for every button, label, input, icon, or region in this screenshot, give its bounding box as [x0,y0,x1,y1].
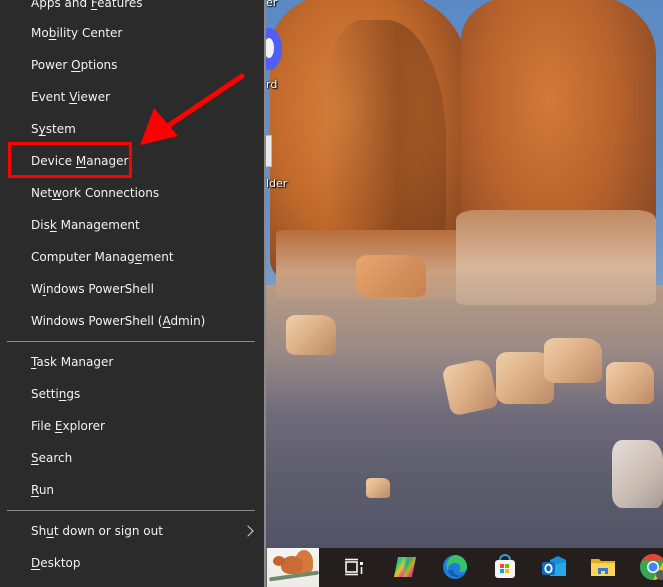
menu-item-system[interactable]: System [0,113,264,145]
access-key: R [31,483,39,497]
access-key: e [134,250,143,264]
wallpaper-rock-shadow [326,20,446,260]
menu-item-label: Device Manager [31,154,129,168]
menu-item-label: Settings [31,387,81,401]
access-key: T [31,355,37,369]
wallpaper-rock-right-base [456,210,656,305]
desktop-folder-icon[interactable] [266,135,272,167]
wallpaper-stone [366,478,390,498]
menu-separator [7,510,255,511]
wallpaper-stone [286,315,336,355]
squirrel-widget-icon[interactable] [266,548,319,587]
menu-item-label: Search [31,451,73,465]
access-key: n [58,387,67,401]
winx-context-menu: Apps and Features Mobility Center Power Op… [0,0,266,587]
menu-item-label: Windows PowerShell [31,282,154,296]
menu-item-network-connections[interactable]: Network Connections [0,177,264,209]
menu-separator [7,341,255,342]
menu-item-windows-powershell-admin[interactable]: Windows PowerShell (Admin) [0,305,264,337]
access-key: S [31,451,39,465]
copilot-icon[interactable] [390,552,420,582]
access-key: k [49,218,57,232]
menu-item-shut-down-sign-out[interactable]: Shut down or sign out [0,515,264,547]
access-key: O [71,58,81,72]
access-key: E [54,419,63,433]
folder-icon[interactable] [588,552,618,582]
wallpaper-stone [356,255,426,297]
menu-item-label: Disk Management [31,218,140,232]
squirrel-head [273,556,285,566]
edge-icon[interactable] [440,552,470,582]
menu-item-settings[interactable]: Settings [0,378,264,410]
menu-item-label: Computer Management [31,250,174,264]
chrome-icon[interactable] [638,552,663,582]
access-key: D [31,556,41,570]
store-icon[interactable] [490,552,520,582]
desktop-icon-label[interactable]: rd [266,78,277,91]
access-key: V [69,90,78,104]
menu-item-power-options[interactable]: Power Options [0,49,264,81]
menu-item-search[interactable]: Search [0,442,264,474]
access-key: M [75,154,87,168]
menu-item-mobility-center[interactable]: Mobility Center [0,17,264,49]
access-key: A [162,314,171,328]
wallpaper-stone [612,440,663,508]
menu-item-label: Event Viewer [31,90,111,104]
menu-item-label: Mobility Center [31,26,123,40]
menu-item-event-viewer[interactable]: Event Viewer [0,81,264,113]
access-key: b [48,26,57,40]
menu-item-label: Desktop [31,556,81,570]
desktop-icon-label[interactable]: lder [266,177,287,190]
menu-item-label: Power Options [31,58,118,72]
access-key: F [90,0,98,10]
menu-item-label: Task Manager [31,355,114,369]
menu-item-label: Shut down or sign out [31,524,163,538]
menu-item-device-manager[interactable]: Device Manager [0,145,264,177]
menu-item-label: Windows PowerShell (Admin) [31,314,206,328]
menu-item-label: Run [31,483,55,497]
menu-item-run[interactable]: Run [0,474,264,506]
menu-item-label: File Explorer [31,419,105,433]
access-key: i [42,282,46,296]
menu-item-label: Apps and Features [31,0,143,10]
wallpaper-stone [544,338,602,383]
menu-item-file-explorer[interactable]: File Explorer [0,410,264,442]
task-view-icon[interactable] [339,552,369,582]
access-key: y [38,122,46,136]
menu-item-label: Network Connections [31,186,160,200]
menu-item-windows-powershell[interactable]: Windows PowerShell [0,273,264,305]
menu-item-disk-management[interactable]: Disk Management [0,209,264,241]
wallpaper-stone [606,362,654,404]
outlook-icon[interactable] [539,552,569,582]
access-key: w [52,186,62,200]
taskbar [266,548,663,587]
menu-item-desktop[interactable]: Desktop [0,547,264,579]
menu-item-label: System [31,122,76,136]
menu-item-computer-management[interactable]: Computer Management [0,241,264,273]
desktop-wallpaper: er rd lder [266,0,663,548]
menu-item-task-manager[interactable]: Task Manager [0,346,264,378]
chevron-right-icon [242,525,254,537]
access-key: u [46,524,54,538]
desktop-icon-label[interactable]: er [266,0,277,9]
